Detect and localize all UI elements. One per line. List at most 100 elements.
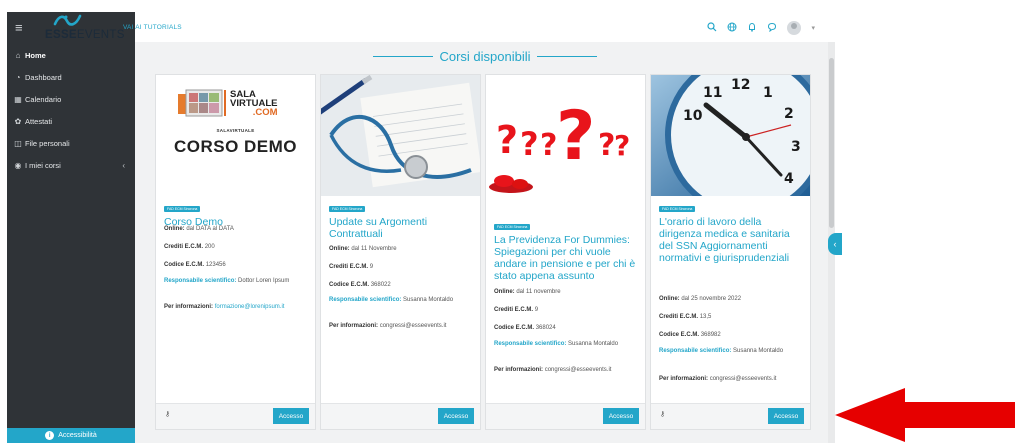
sidebar-item-attestati[interactable]: ✿ Attestati	[7, 110, 135, 132]
card-footer: ⚷ Accesso	[651, 403, 810, 429]
course-card-1: SALA VIRTUALE .COM SALAVIRTUALE CORSO DE…	[155, 74, 316, 430]
course-image-clock: 11 12 1 2 3 4 10	[651, 75, 810, 196]
course-code: Codice E.C.M. 123456	[164, 261, 309, 270]
svg-text:?: ?	[556, 97, 595, 176]
svg-text:10: 10	[683, 108, 703, 124]
clock-image: 11 12 1 2 3 4 10	[651, 75, 810, 196]
online-value: dal DATA al DATA	[186, 226, 234, 232]
accessibility-label: Accessibilità	[58, 432, 97, 439]
online-label: Online:	[329, 246, 350, 252]
sidebar-nav: ⌂ Home ◔ Dashboard ▦ Calendario ✿ Attest…	[7, 44, 135, 176]
responsible-value: Dottor Loren Ipsum	[238, 278, 290, 284]
svg-text:?: ?	[520, 125, 539, 163]
calendar-icon: ▦	[14, 94, 22, 104]
file-icon: ◫	[14, 138, 22, 148]
chat-icon[interactable]	[767, 22, 777, 35]
course-responsible: Responsabile scientifico: Susanna Montal…	[329, 296, 474, 305]
chevron-left-icon[interactable]: ‹	[122, 161, 125, 170]
accesso-button[interactable]: Accesso	[768, 408, 804, 424]
globe-icon[interactable]	[727, 22, 737, 35]
course-card-4: 11 12 1 2 3 4 10 FAD ECM Sincrona L'orar…	[650, 74, 811, 430]
course-responsible: Responsabile scientifico: Susanna Montal…	[494, 340, 639, 349]
course-title[interactable]: La Previdenza For Dummies: Spiegazioni p…	[494, 234, 639, 282]
course-credits: Crediti E.C.M. 9	[494, 306, 639, 315]
dashboard-icon: ◔	[15, 72, 21, 82]
logo-text-light: EVENTS	[76, 29, 125, 41]
course-card-2: FAD ECM Sincrona Update su Argomenti Con…	[320, 74, 481, 430]
course-online: Online: dal 11 Novembre	[329, 245, 474, 254]
info-email-link[interactable]: formazione@lorenipsum.it	[215, 304, 285, 310]
bell-icon[interactable]	[747, 22, 757, 35]
sidebar-item-file-personali[interactable]: ◫ File personali	[7, 132, 135, 154]
svg-text:?: ?	[540, 128, 557, 163]
responsible-value: Susanna Montaldo	[733, 348, 784, 354]
info-email[interactable]: congressi@esseevents.it	[710, 376, 777, 382]
code-label: Codice E.C.M.	[329, 282, 370, 288]
course-image-stethoscope	[321, 75, 480, 196]
brand-line-3: .COM	[252, 107, 278, 118]
tutorials-link[interactable]: VAI AI TUTORIALS	[123, 24, 182, 31]
key-icon: ⚷	[660, 411, 666, 418]
course-credits: Crediti E.C.M. 13,5	[659, 313, 804, 322]
info-label: Per informazioni:	[164, 304, 214, 310]
title-line-left	[373, 56, 434, 57]
sidebar-item-i-miei-corsi[interactable]: ◉ I miei corsi ‹	[7, 154, 135, 176]
course-title[interactable]: L'orario di lavoro della dirigenza medic…	[659, 216, 804, 264]
certificate-icon: ✿	[14, 116, 22, 126]
code-label: Codice E.C.M.	[494, 325, 535, 331]
question-marks-image: ? ? ? ? ? ?	[486, 75, 645, 196]
online-value: dal 11 Novembre	[351, 246, 397, 252]
title-line-right	[536, 56, 597, 57]
accesso-button[interactable]: Accesso	[438, 408, 474, 424]
brand-small-text: SALAVIRTUALE	[216, 128, 255, 133]
responsible-label: Responsabile scientifico:	[329, 297, 402, 303]
avatar[interactable]	[787, 21, 802, 35]
logo-text: ESSEEVENTS	[45, 29, 125, 41]
course-title[interactable]: Update su Argomenti Contrattuali	[329, 216, 474, 240]
credits-value: 9	[369, 264, 374, 270]
card-footer: ⚷ Accesso	[156, 403, 315, 429]
chevron-left-icon: ‹	[833, 239, 837, 249]
svg-text:?: ?	[614, 129, 630, 162]
svg-text:2: 2	[784, 106, 794, 122]
credits-value: 200	[204, 244, 215, 250]
course-online: Online: dal 25 novembre 2022	[659, 295, 804, 304]
top-icons: ▾	[707, 21, 815, 35]
logo[interactable]: ESSEEVENTS	[45, 12, 125, 42]
svg-text:4: 4	[784, 171, 794, 187]
card-footer: Accesso	[321, 403, 480, 429]
responsible-value: Susanna Montaldo	[568, 341, 619, 347]
course-info: Per informazioni: congressi@esseevents.i…	[329, 322, 474, 331]
credits-label: Crediti E.C.M.	[164, 244, 204, 250]
course-online: Online: dal 11 novembre	[494, 288, 639, 297]
info-email[interactable]: congressi@esseevents.it	[380, 323, 447, 329]
search-icon[interactable]	[707, 21, 717, 35]
accesso-button[interactable]: Accesso	[273, 408, 309, 424]
code-value: 368024	[535, 325, 556, 331]
info-email[interactable]: congressi@esseevents.it	[545, 367, 612, 373]
course-code: Codice E.C.M. 368982	[659, 331, 804, 340]
sidebar-item-home[interactable]: ⌂ Home	[7, 44, 135, 66]
top-bar: ESSEEVENTS VAI AI TUTORIALS ▾	[7, 12, 835, 42]
card-header: FAD ECM Sincrona La Previdenza For Dummi…	[494, 215, 639, 282]
online-value: dal 11 novembre	[516, 289, 561, 295]
accessibility-button[interactable]: i Accessibilità	[7, 428, 135, 443]
section-title: Corsi disponibili	[135, 49, 835, 64]
course-credits: Crediti E.C.M. 200	[164, 243, 309, 252]
sidebar-item-dashboard[interactable]: ◔ Dashboard	[7, 66, 135, 88]
logo-text-bold: ESSE	[45, 29, 77, 41]
card-footer: Accesso	[486, 403, 645, 429]
sidebar-item-label: Calendario	[25, 94, 62, 104]
sidebar-item-calendario[interactable]: ▦ Calendario	[7, 88, 135, 110]
sidebar-item-label: Dashboard	[25, 72, 62, 82]
courses-icon: ◉	[14, 160, 22, 170]
responsible-label: Responsabile scientifico:	[164, 278, 237, 284]
scrollbar-thumb[interactable]	[829, 58, 834, 228]
credits-label: Crediti E.C.M.	[659, 314, 699, 320]
drawer-toggle-button[interactable]: ‹	[828, 233, 842, 255]
info-label: Per informazioni:	[329, 323, 379, 329]
chevron-down-icon[interactable]: ▾	[811, 25, 815, 32]
svg-text:3: 3	[791, 139, 801, 155]
code-label: Codice E.C.M.	[164, 262, 205, 268]
accesso-button[interactable]: Accesso	[603, 408, 639, 424]
